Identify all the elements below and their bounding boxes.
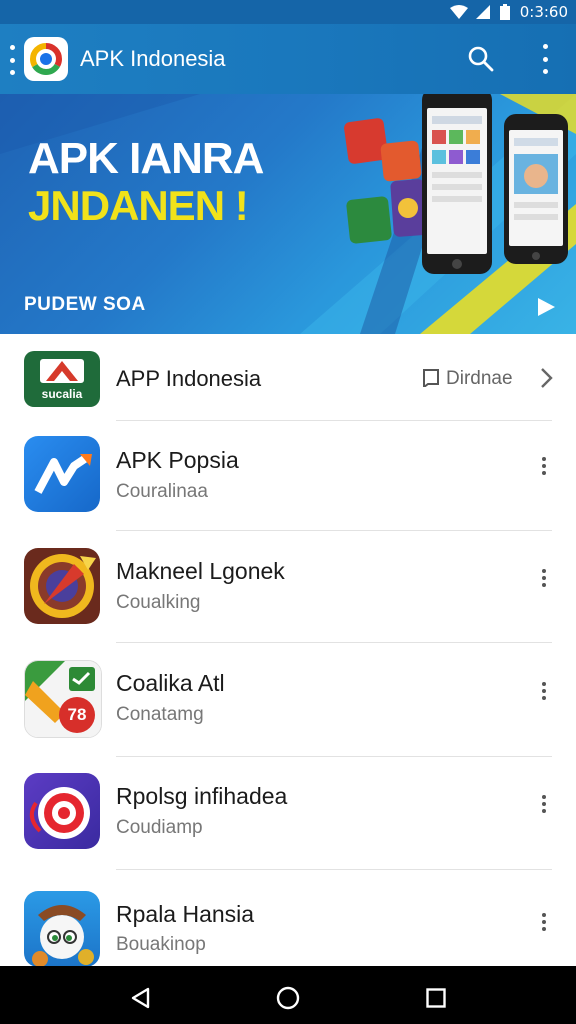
status-time: 0:3:60 xyxy=(519,3,568,21)
system-nav-bar xyxy=(0,966,576,1024)
bookmark-icon[interactable] xyxy=(422,369,440,387)
phone-illustration-2 xyxy=(504,114,568,264)
list-item-title: APK Popsia xyxy=(116,447,239,473)
status-icons: 0:3:60 xyxy=(449,0,568,24)
more-options-icon[interactable] xyxy=(541,569,547,587)
promo-banner[interactable]: APK IANRA JNDANEN ! PUDEW SOA xyxy=(0,94,576,334)
app-logo-icon xyxy=(24,37,68,81)
list-item-subtitle: Couralinaa xyxy=(116,481,208,502)
app-icon xyxy=(24,436,100,512)
list-item[interactable]: APK Popsia Couralinaa xyxy=(4,421,572,531)
menu-icon[interactable] xyxy=(4,45,20,75)
list-item[interactable]: Rpolsg infihadea Coudiamp xyxy=(4,757,572,871)
phone-illustration xyxy=(422,94,492,274)
banner-headline-2: JNDANEN ! xyxy=(28,182,249,229)
signal-icon xyxy=(475,5,490,19)
banner-headline-1: APK IANRA xyxy=(28,134,264,183)
list-item-title: Rpala Hansia xyxy=(116,901,255,927)
list-item[interactable]: 78 Coalika Atl Conatamg xyxy=(4,644,572,758)
list-item-featured[interactable]: sucalia APP Indonesia Dirdnae xyxy=(4,336,572,421)
app-icon xyxy=(24,773,100,849)
list-item-subtitle: Conatamg xyxy=(116,704,204,725)
home-icon[interactable] xyxy=(276,986,300,1010)
more-options-icon[interactable] xyxy=(541,913,547,931)
more-options-icon[interactable] xyxy=(541,795,547,813)
app-bar: APK Indonesia xyxy=(0,24,576,94)
recents-icon[interactable] xyxy=(426,988,446,1008)
app-icon xyxy=(24,548,100,624)
back-icon[interactable] xyxy=(130,987,152,1009)
list-item-subtitle: Bouakinop xyxy=(116,934,206,955)
app-icon xyxy=(24,891,100,967)
app-icon-featured: sucalia xyxy=(24,351,100,407)
app-title: APK Indonesia xyxy=(80,46,226,71)
list-item-title: Rpolsg infihadea xyxy=(116,783,288,809)
featured-action-label[interactable]: Dirdnae xyxy=(446,368,513,390)
more-options-icon[interactable] xyxy=(541,457,547,475)
list-item[interactable]: Rpala Hansia Bouakinop xyxy=(4,871,572,967)
list-item-subtitle: Coudiamp xyxy=(116,817,203,838)
chevron-right-icon[interactable] xyxy=(540,367,554,389)
app-icon: 78 xyxy=(24,660,102,738)
list-item-subtitle: Coualking xyxy=(116,592,201,613)
wifi-icon xyxy=(449,5,468,19)
battery-icon xyxy=(499,4,510,20)
search-icon[interactable] xyxy=(466,44,496,74)
divider xyxy=(116,642,552,643)
overflow-menu-icon[interactable] xyxy=(537,44,553,74)
list-item-title: Coalika Atl xyxy=(116,670,225,696)
list-item[interactable]: Makneel Lgonek Coualking xyxy=(4,532,572,644)
app-icon-badge-text: 78 xyxy=(67,705,87,724)
featured-icon-text: sucalia xyxy=(41,387,83,401)
list-item-title: Makneel Lgonek xyxy=(116,558,285,584)
banner-subtitle: PUDEW SOA xyxy=(24,294,146,315)
list-item-title: APP Indonesia xyxy=(116,366,262,391)
divider xyxy=(116,869,552,870)
more-options-icon[interactable] xyxy=(541,682,547,700)
play-icon[interactable] xyxy=(536,297,556,317)
status-bar: 0:3:60 xyxy=(0,0,576,24)
divider xyxy=(116,530,552,531)
